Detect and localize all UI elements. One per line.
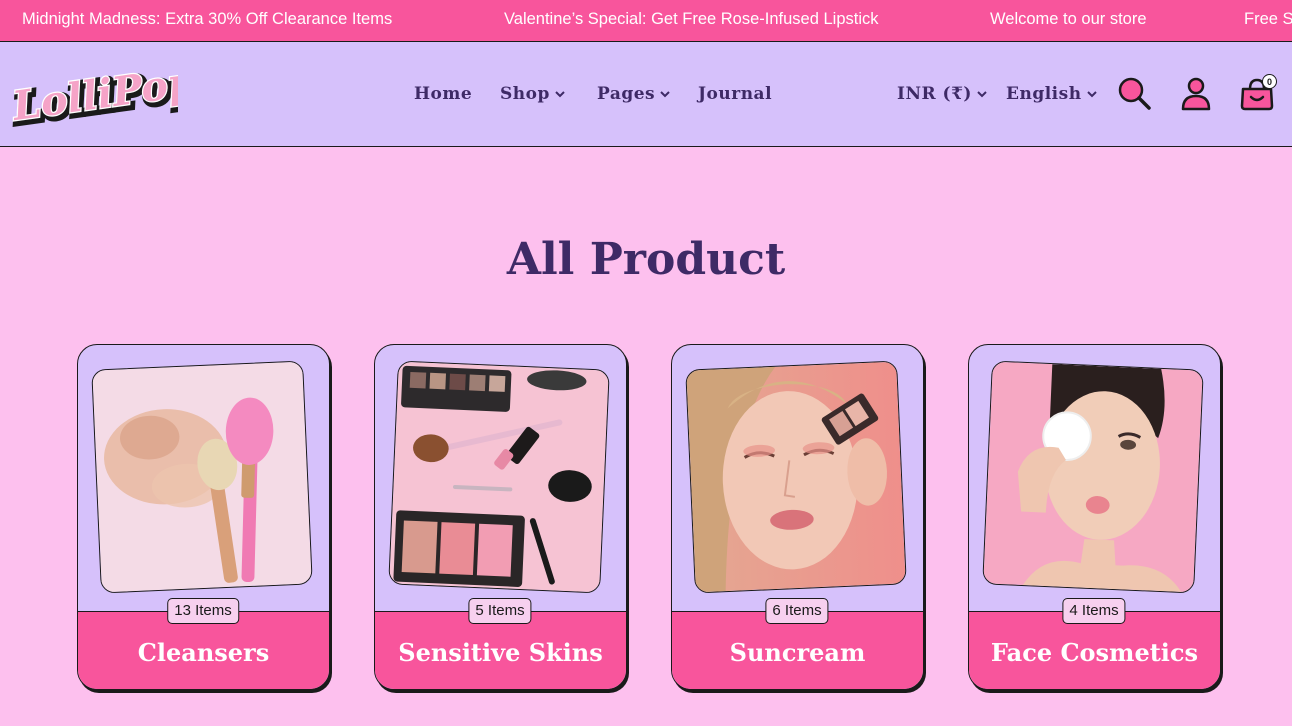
language-selector[interactable]: English — [1006, 82, 1098, 106]
category-image — [982, 360, 1204, 594]
chevron-down-icon — [554, 88, 566, 100]
lollipop-logo-icon: LolliPop LolliPop — [8, 57, 178, 134]
currency-selector[interactable]: INR (₹) — [897, 82, 988, 106]
currency-label: INR (₹) — [897, 84, 972, 104]
category-image — [388, 360, 610, 594]
nav-home[interactable]: Home — [414, 82, 472, 106]
category-name: Sensitive Skins — [398, 638, 603, 667]
announcement-bar: Midnight Madness: Extra 30% Off Clearanc… — [0, 0, 1292, 42]
cart-count-badge: 0 — [1262, 74, 1277, 89]
site-header: LolliPop LolliPop Home Shop Pages Journa… — [0, 42, 1292, 147]
nav-shop[interactable]: Shop — [500, 82, 566, 106]
category-name: Face Cosmetics — [990, 638, 1199, 667]
page-title: All Product — [506, 234, 786, 285]
category-name: Cleansers — [137, 638, 270, 667]
item-count-badge: 13 Items — [167, 598, 239, 624]
makeup-brush-image-icon — [92, 361, 312, 593]
item-count-badge: 6 Items — [765, 598, 829, 624]
category-card-suncream[interactable]: Suncream 6 Items — [671, 344, 924, 690]
announcement-text: Midnight Madness: Extra 30% Off Clearanc… — [22, 10, 393, 28]
model-face-image-icon — [686, 361, 906, 593]
category-card-sensitive-skins[interactable]: Sensitive Skins 5 Items — [374, 344, 627, 690]
chevron-down-icon — [659, 88, 671, 100]
account-button[interactable] — [1180, 76, 1212, 112]
chevron-down-icon — [976, 88, 988, 100]
nav-journal[interactable]: Journal — [698, 82, 772, 106]
category-card-face-cosmetics[interactable]: Face Cosmetics 4 Items — [968, 344, 1221, 690]
category-image — [685, 360, 907, 594]
nav-pages[interactable]: Pages — [597, 82, 671, 106]
model-cotton-pad-image-icon — [983, 361, 1203, 593]
nav-pages-label: Pages — [597, 84, 656, 104]
user-icon — [1181, 77, 1211, 111]
brand-logo[interactable]: LolliPop LolliPop — [8, 54, 178, 134]
search-icon — [1118, 77, 1151, 110]
category-name: Suncream — [729, 638, 866, 667]
category-image — [91, 360, 313, 594]
nav-journal-label: Journal — [698, 84, 773, 104]
language-label: English — [1006, 84, 1082, 104]
makeup-palette-image-icon — [389, 361, 609, 593]
item-count-badge: 5 Items — [468, 598, 532, 624]
announcement-text: Free S — [1244, 10, 1292, 28]
item-count-badge: 4 Items — [1062, 598, 1126, 624]
announcement-text: Welcome to our store — [990, 10, 1147, 28]
chevron-down-icon — [1086, 88, 1098, 100]
nav-shop-label: Shop — [500, 84, 550, 104]
announcement-text: Valentine’s Special: Get Free Rose-Infus… — [504, 10, 879, 28]
category-card-cleansers[interactable]: Cleansers 13 Items — [77, 344, 330, 690]
nav-home-label: Home — [414, 84, 473, 104]
search-button[interactable] — [1117, 76, 1153, 112]
